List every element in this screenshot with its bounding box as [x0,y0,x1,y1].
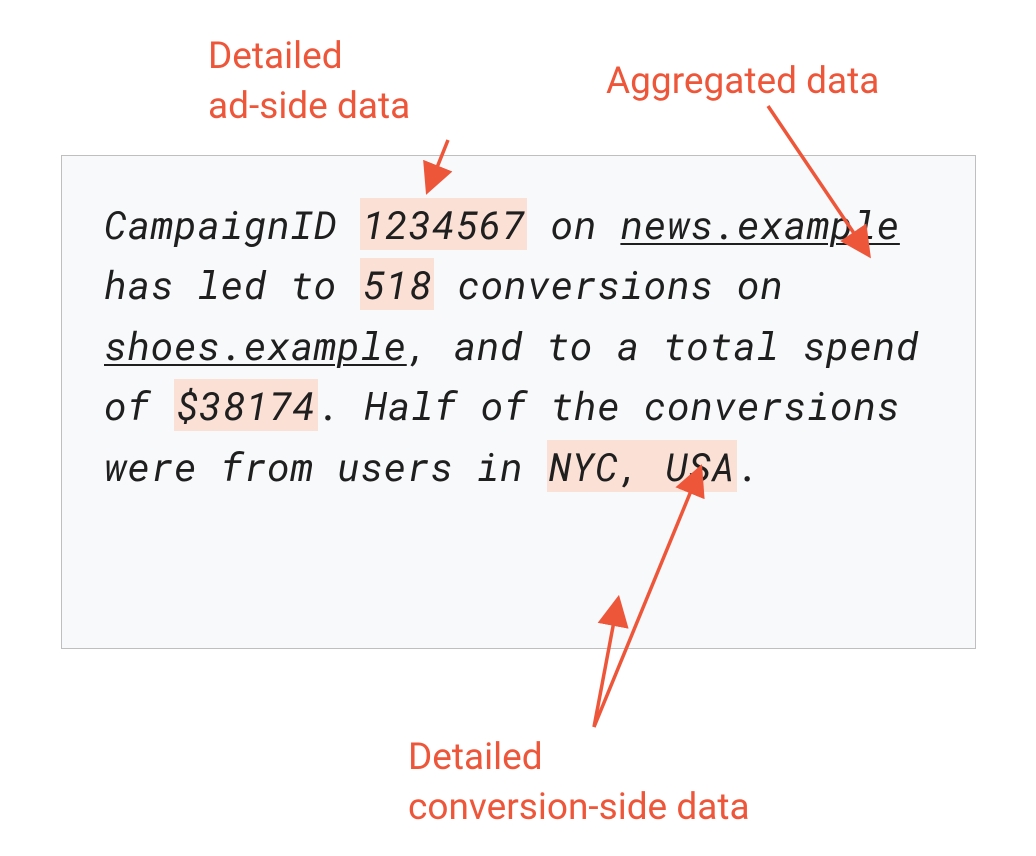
advertiser-domain: shoes.example [104,319,407,371]
example-paragraph: CampaignID 1234567 on news.example has l… [104,194,933,496]
diagram-stage: Detailed ad-side data Aggregated data Ca… [0,0,1036,856]
label-conversion-side-line2: conversion-side data [408,786,750,829]
label-conversion-side: Detailed conversion-side data [408,733,750,833]
conversions-highlight: 518 [360,258,434,310]
label-ad-side: Detailed ad-side data [208,32,410,132]
example-card: CampaignID 1234567 on news.example has l… [61,155,976,649]
label-ad-side-line1: Detailed [208,35,343,78]
label-aggregated-text: Aggregated data [606,60,879,103]
campaign-id-highlight: 1234567 [360,198,527,250]
text-fragment: CampaignID [104,198,360,250]
text-fragment: . [737,440,760,492]
location-highlight: NYC, USA [547,440,737,492]
publisher-domain: news.example [620,198,899,250]
label-ad-side-line2: ad-side data [208,85,410,128]
spend-highlight: $38174 [174,379,318,431]
text-fragment: on [527,198,620,250]
label-aggregated: Aggregated data [606,57,879,107]
label-conversion-side-line1: Detailed [408,736,543,779]
text-fragment: conversions on [434,258,783,310]
text-fragment: has led to [104,258,360,310]
